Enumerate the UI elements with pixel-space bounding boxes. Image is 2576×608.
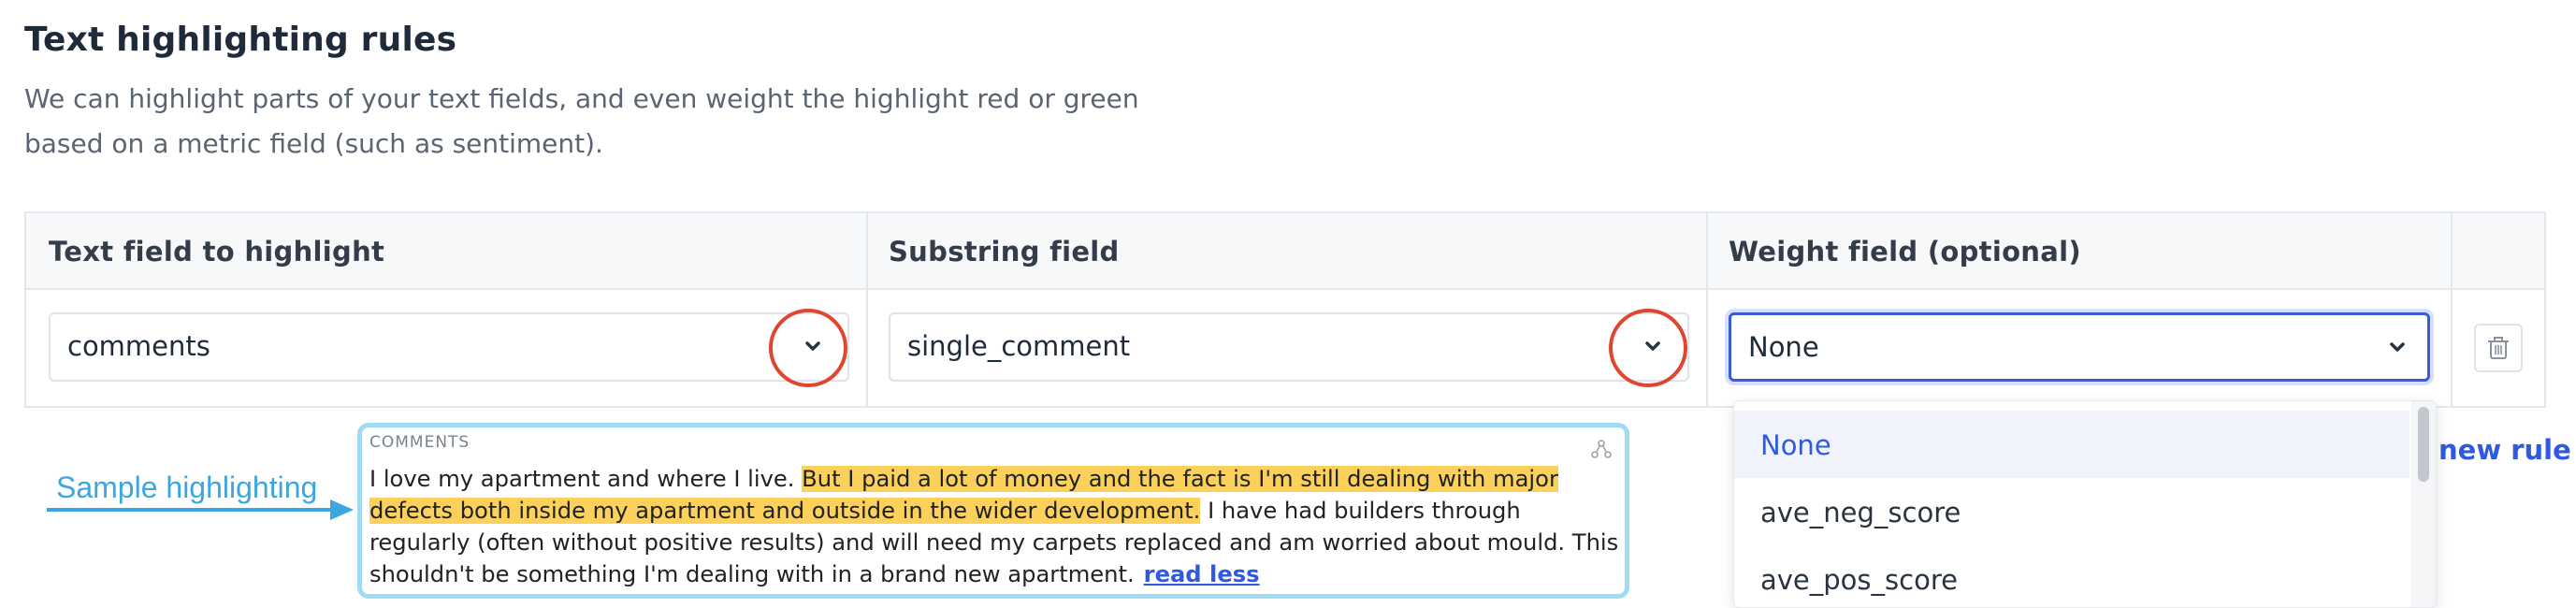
- dropdown-option-none[interactable]: None: [1734, 411, 2410, 478]
- option-label: ave_pos_score: [1760, 564, 1958, 596]
- chevron-down-icon: [2390, 342, 2405, 352]
- column-header-substring-field: Substring field: [889, 236, 1120, 268]
- description-line-1: We can highlight parts of your text fiel…: [24, 83, 1139, 114]
- trash-icon: [2488, 337, 2509, 359]
- arrow-annotation: [47, 499, 354, 520]
- scrollbar-thumb[interactable]: [2418, 407, 2429, 482]
- preview-text: I love my apartment and where I live. Bu…: [369, 463, 1623, 590]
- text-field-select[interactable]: comments: [49, 312, 849, 382]
- preview-field-label: COMMENTS: [369, 433, 470, 452]
- substring-field-select[interactable]: single_comment: [889, 312, 1689, 382]
- column-header-text-field: Text field to highlight: [49, 236, 385, 268]
- read-less-link[interactable]: read less: [1144, 561, 1260, 587]
- highlight-circle-annotation: [769, 309, 847, 387]
- option-label: ave_neg_score: [1760, 497, 1961, 528]
- page-title: Text highlighting rules: [24, 21, 457, 59]
- description-line-2: based on a metric field (such as sentime…: [24, 128, 603, 159]
- dropdown-scrollbar[interactable]: [2411, 401, 2436, 607]
- share-icon[interactable]: [1591, 439, 1612, 459]
- highlight-circle-annotation: [1609, 309, 1687, 387]
- dropdown-option-ave-pos-score[interactable]: ave_pos_score: [1734, 545, 2410, 607]
- delete-rule-button[interactable]: [2474, 324, 2523, 372]
- substring-field-value: single_comment: [907, 330, 1131, 362]
- dropdown-option-ave-neg-score[interactable]: ave_neg_score: [1734, 478, 2410, 545]
- weight-field-dropdown-menu: None ave_neg_score ave_pos_score: [1733, 400, 2437, 608]
- highlight-preview-card: COMMENTS I love my apartment and where I…: [357, 423, 1629, 599]
- add-new-rule-link[interactable]: new rule: [2439, 434, 2571, 466]
- option-label: None: [1760, 429, 1831, 461]
- preview-text-plain: I love my apartment and where I live.: [369, 466, 803, 492]
- column-header-weight-field: Weight field (optional): [1729, 236, 2081, 268]
- column-divider: [866, 213, 868, 406]
- page-description: We can highlight parts of your text fiel…: [24, 77, 1147, 166]
- column-divider: [1706, 213, 1708, 406]
- weight-field-value: None: [1748, 331, 1819, 363]
- weight-field-select[interactable]: None: [1729, 312, 2430, 382]
- column-divider: [2451, 213, 2453, 406]
- table-header: [26, 213, 2544, 290]
- text-field-value: comments: [67, 330, 210, 362]
